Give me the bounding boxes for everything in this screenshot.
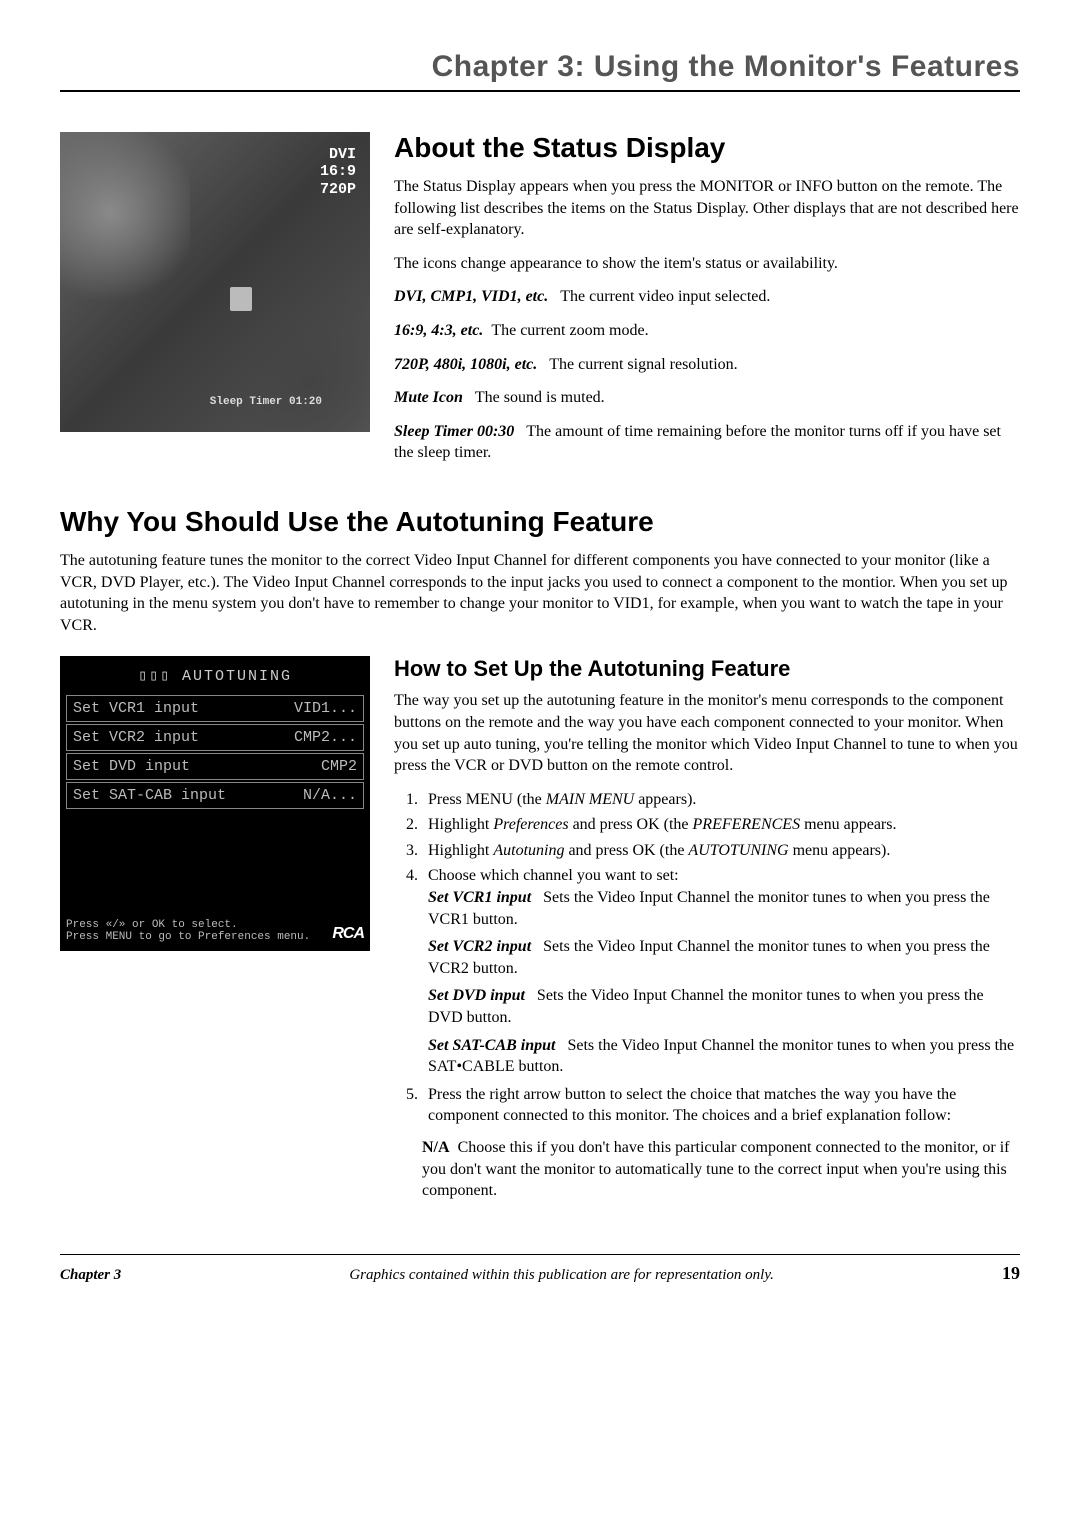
- step-list: Press MENU (the MAIN MENU appears). High…: [394, 789, 1020, 1127]
- section-status-display: DVI 16:9 720P Sleep Timer 01:20 About th…: [60, 132, 1020, 476]
- sub-definition: Set VCR2 input Sets the Video Input Chan…: [428, 936, 1020, 979]
- footer-caption: Graphics contained within this publicati…: [121, 1267, 1002, 1284]
- menu-title: ▯▯▯ AUTOTUNING: [60, 664, 370, 693]
- page-footer: Chapter 3 Graphics contained within this…: [60, 1254, 1020, 1284]
- menu-footer: Press «/» or OK to select. Press MENU to…: [60, 919, 370, 945]
- body-text: The icons change appearance to show the …: [394, 253, 1020, 275]
- section-autotuning-setup: ▯▯▯ AUTOTUNING Set VCR1 inputVID1... Set…: [60, 656, 1020, 1213]
- menu-row: Set SAT-CAB inputN/A...: [66, 782, 364, 809]
- body-text: The Status Display appears when you pres…: [394, 176, 1020, 241]
- heading-why-autotuning: Why You Should Use the Autotuning Featur…: [60, 506, 1020, 538]
- step-item: Press MENU (the MAIN MENU appears).: [422, 789, 1020, 811]
- status-display-figure: DVI 16:9 720P Sleep Timer 01:20: [60, 132, 370, 432]
- rca-logo: RCA: [332, 925, 364, 943]
- step-item: Choose which channel you want to set: Se…: [422, 865, 1020, 1077]
- menu-row: Set VCR2 inputCMP2...: [66, 724, 364, 751]
- definition-item: 16:9, 4:3, etc. The current zoom mode.: [394, 320, 1020, 342]
- step-item: Highlight Preferences and press OK (the …: [422, 814, 1020, 836]
- step-item: Highlight Autotuning and press OK (the A…: [422, 840, 1020, 862]
- menu-row: Set VCR1 inputVID1...: [66, 695, 364, 722]
- heading-how-to-setup: How to Set Up the Autotuning Feature: [394, 656, 1020, 682]
- definition-item: Mute Icon The sound is muted.: [394, 387, 1020, 409]
- heading-status-display: About the Status Display: [394, 132, 1020, 164]
- sub-definition: Set VCR1 input Sets the Video Input Chan…: [428, 887, 1020, 930]
- definition-item: 720P, 480i, 1080i, etc. The current sign…: [394, 354, 1020, 376]
- step-item: Press the right arrow button to select t…: [422, 1084, 1020, 1127]
- chapter-title: Chapter 3: Using the Monitor's Features: [60, 50, 1020, 92]
- menu-row: Set DVD inputCMP2: [66, 753, 364, 780]
- na-definition: N/A Choose this if you don't have this p…: [422, 1137, 1020, 1202]
- sub-definition: Set SAT-CAB input Sets the Video Input C…: [428, 1035, 1020, 1078]
- footer-chapter: Chapter 3: [60, 1267, 121, 1284]
- mute-icon: [230, 287, 252, 311]
- definition-item: DVI, CMP1, VID1, etc. The current video …: [394, 286, 1020, 308]
- sub-definition: Set DVD input Sets the Video Input Chann…: [428, 985, 1020, 1028]
- status-overlay-text: DVI 16:9 720P: [320, 146, 356, 198]
- page-number: 19: [1002, 1263, 1020, 1284]
- definition-item: Sleep Timer 00:30 The amount of time rem…: [394, 421, 1020, 464]
- body-text: The way you set up the autotuning featur…: [394, 690, 1020, 776]
- autotuning-menu-figure: ▯▯▯ AUTOTUNING Set VCR1 inputVID1... Set…: [60, 656, 370, 951]
- sleep-timer-overlay: Sleep Timer 01:20: [210, 396, 322, 408]
- body-text: The autotuning feature tunes the monitor…: [60, 550, 1020, 636]
